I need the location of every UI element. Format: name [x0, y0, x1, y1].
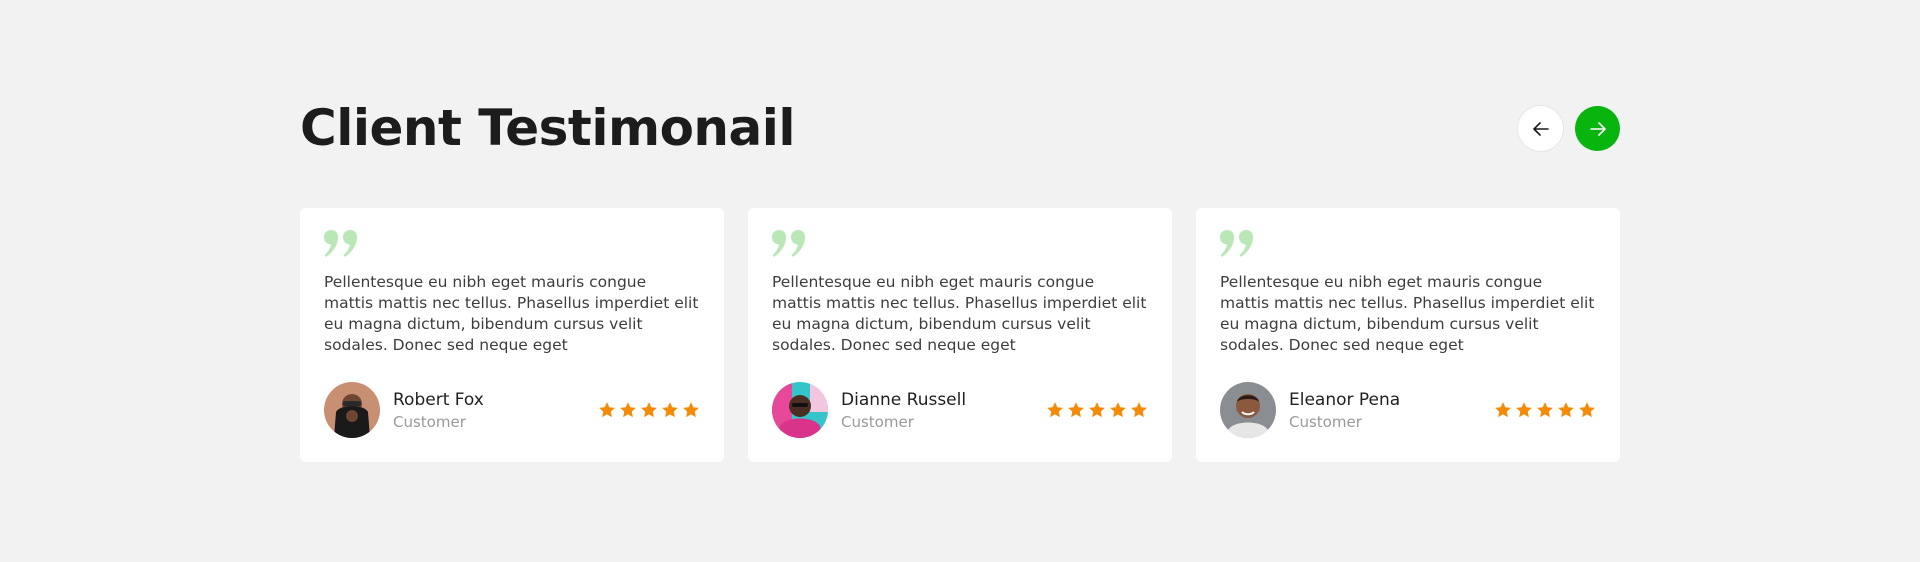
- testimonial-text: Pellentesque eu nibh eget mauris congue …: [1220, 273, 1595, 354]
- star-icon: [1558, 402, 1574, 418]
- star-icon: [662, 402, 678, 418]
- testimonial-card: Pellentesque eu nibh eget mauris congue …: [300, 208, 724, 462]
- avatar: [1220, 382, 1276, 438]
- star-icon: [599, 402, 615, 418]
- author-name: Dianne Russell: [841, 389, 967, 410]
- star-icon: [641, 402, 657, 418]
- testimonial-card: Pellentesque eu nibh eget mauris congue …: [1196, 208, 1620, 462]
- quote-icon: [772, 230, 805, 257]
- previous-button[interactable]: [1518, 106, 1563, 151]
- star-icon: [620, 402, 636, 418]
- testimonial-card: Pellentesque eu nibh eget mauris congue …: [748, 208, 1172, 462]
- testimonial-list: Pellentesque eu nibh eget mauris congue …: [300, 208, 1620, 462]
- star-rating: [598, 401, 700, 419]
- author-role: Customer: [841, 412, 914, 431]
- author-name: Eleanor Pena: [1289, 389, 1401, 410]
- star-icon: [1579, 402, 1595, 418]
- carousel-nav: [1518, 106, 1620, 151]
- star-icon: [1110, 402, 1126, 418]
- star-icon: [1495, 402, 1511, 418]
- star-icon: [1537, 402, 1553, 418]
- quote-icon: [324, 230, 357, 257]
- quote-icon: [1220, 230, 1253, 257]
- star-icon: [1089, 402, 1105, 418]
- testimonial-text: Pellentesque eu nibh eget mauris congue …: [324, 273, 699, 354]
- testimonial-author: Robert Fox Customer: [324, 382, 700, 438]
- author-info: Eleanor Pena Customer: [1289, 390, 1400, 431]
- star-icon: [1068, 402, 1084, 418]
- author-info: Dianne Russell Customer: [841, 390, 966, 431]
- next-button[interactable]: [1575, 106, 1620, 151]
- arrow-right-icon: [1589, 121, 1606, 136]
- section-heading: Client Testimonail: [300, 99, 796, 157]
- testimonial-text: Pellentesque eu nibh eget mauris congue …: [772, 273, 1147, 354]
- star-icon: [683, 402, 699, 418]
- testimonial-author: Eleanor Pena Customer: [1220, 382, 1596, 438]
- star-rating: [1494, 401, 1596, 419]
- author-role: Customer: [1289, 412, 1362, 431]
- avatar: [324, 382, 380, 438]
- avatar: [772, 382, 828, 438]
- author-name: Robert Fox: [393, 389, 484, 410]
- testimonial-section: Client Testimonail Pellentesque eu nibh …: [300, 0, 1620, 562]
- star-icon: [1047, 402, 1063, 418]
- testimonial-author: Dianne Russell Customer: [772, 382, 1148, 438]
- author-role: Customer: [393, 412, 466, 431]
- arrow-left-icon: [1532, 121, 1549, 136]
- star-icon: [1131, 402, 1147, 418]
- author-info: Robert Fox Customer: [393, 390, 484, 431]
- star-rating: [1046, 401, 1148, 419]
- star-icon: [1516, 402, 1532, 418]
